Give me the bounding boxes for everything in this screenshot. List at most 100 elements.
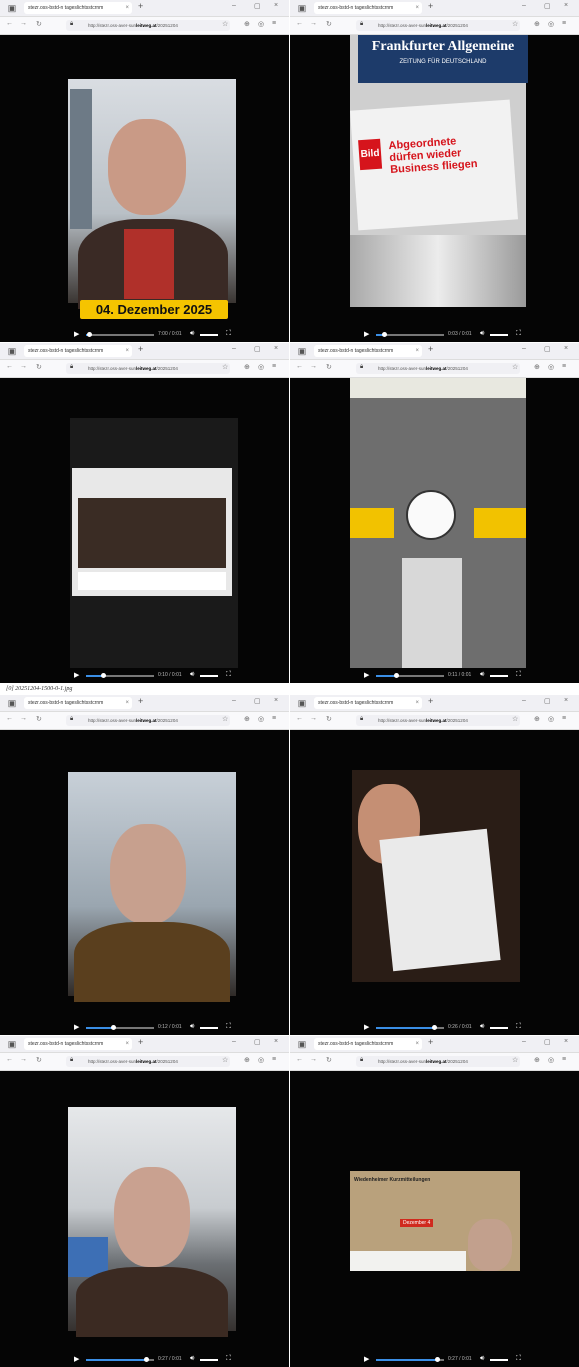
close-window-button[interactable]: × xyxy=(274,697,278,704)
play-icon[interactable]: ▶ xyxy=(364,671,369,679)
browser-tab[interactable]: stezr.oss-bstd-n tageslichtsstcrnm × xyxy=(24,345,132,357)
new-tab-button[interactable]: + xyxy=(428,1,433,11)
fullscreen-icon[interactable]: ⛶ xyxy=(516,1023,521,1031)
bookmark-star-icon[interactable]: ☆ xyxy=(222,715,228,723)
bookmark-star-icon[interactable]: ☆ xyxy=(512,363,518,371)
tab-overview-icon[interactable]: ▣ xyxy=(7,3,17,13)
minimize-button[interactable]: – xyxy=(522,1038,526,1045)
progress-knob[interactable] xyxy=(431,1025,437,1030)
address-bar[interactable]: http://stezr.oss-aver-sunleitweg.at/2025… xyxy=(66,363,230,374)
back-arrow-icon[interactable]: ← xyxy=(6,715,13,722)
play-icon[interactable]: ▶ xyxy=(364,1023,369,1031)
bookmark-star-icon[interactable]: ☆ xyxy=(512,20,518,28)
menu-icon[interactable]: ≡ xyxy=(272,715,276,722)
progress-track[interactable] xyxy=(86,1025,154,1030)
maximize-button[interactable]: ▢ xyxy=(254,697,261,705)
bookmark-star-icon[interactable]: ☆ xyxy=(222,1056,228,1064)
new-tab-button[interactable]: + xyxy=(428,696,433,706)
fullscreen-icon[interactable]: ⛶ xyxy=(516,330,521,338)
back-arrow-icon[interactable]: ← xyxy=(6,20,13,27)
close-tab-icon[interactable]: × xyxy=(125,2,129,14)
close-window-button[interactable]: × xyxy=(564,2,568,9)
reload-icon[interactable]: ↻ xyxy=(326,715,332,723)
address-bar[interactable]: http://stezr.oss-aver-sunleitweg.at/2025… xyxy=(356,20,520,31)
address-bar[interactable]: http://stezr.oss-aver-sunleitweg.at/2025… xyxy=(66,20,230,31)
extensions-icon[interactable]: ⊕ xyxy=(244,363,250,371)
volume-slider[interactable] xyxy=(200,1027,218,1029)
volume-icon[interactable]: 🔊︎ xyxy=(190,1355,194,1363)
minimize-button[interactable]: – xyxy=(232,345,236,352)
bookmark-star-icon[interactable]: ☆ xyxy=(222,363,228,371)
close-tab-icon[interactable]: × xyxy=(125,697,129,709)
account-icon[interactable]: ◎ xyxy=(548,715,554,723)
tab-overview-icon[interactable]: ▣ xyxy=(7,1039,17,1049)
new-tab-button[interactable]: + xyxy=(428,1037,433,1047)
volume-slider[interactable] xyxy=(490,334,508,336)
back-arrow-icon[interactable]: ← xyxy=(296,1056,303,1063)
account-icon[interactable]: ◎ xyxy=(548,363,554,371)
reload-icon[interactable]: ↻ xyxy=(36,715,42,723)
maximize-button[interactable]: ▢ xyxy=(544,345,551,353)
progress-track[interactable] xyxy=(376,1025,444,1030)
play-icon[interactable]: ▶ xyxy=(364,330,369,338)
volume-slider[interactable] xyxy=(200,675,218,677)
progress-knob[interactable] xyxy=(394,673,400,678)
back-arrow-icon[interactable]: ← xyxy=(296,363,303,370)
new-tab-button[interactable]: + xyxy=(428,344,433,354)
close-tab-icon[interactable]: × xyxy=(415,697,419,709)
forward-arrow-icon[interactable]: → xyxy=(20,20,27,27)
account-icon[interactable]: ◎ xyxy=(258,1056,264,1064)
progress-knob[interactable] xyxy=(382,332,388,337)
progress-knob[interactable] xyxy=(435,1357,441,1362)
menu-icon[interactable]: ≡ xyxy=(272,1056,276,1063)
address-bar[interactable]: http://stezr.oss-aver-sunleitweg.at/2025… xyxy=(66,715,230,726)
volume-slider[interactable] xyxy=(490,1359,508,1361)
close-window-button[interactable]: × xyxy=(564,697,568,704)
extensions-icon[interactable]: ⊕ xyxy=(534,20,540,28)
forward-arrow-icon[interactable]: → xyxy=(310,715,317,722)
browser-tab[interactable]: stezr.oss-bstd-n tageslichtsstcrnm × xyxy=(24,2,132,14)
back-arrow-icon[interactable]: ← xyxy=(296,715,303,722)
progress-track[interactable] xyxy=(86,332,154,337)
extensions-icon[interactable]: ⊕ xyxy=(244,715,250,723)
menu-icon[interactable]: ≡ xyxy=(562,363,566,370)
progress-track[interactable] xyxy=(376,332,444,337)
volume-icon[interactable]: 🔊︎ xyxy=(190,671,194,679)
menu-icon[interactable]: ≡ xyxy=(562,715,566,722)
progress-knob[interactable] xyxy=(143,1357,149,1362)
volume-icon[interactable]: 🔊︎ xyxy=(480,330,484,338)
maximize-button[interactable]: ▢ xyxy=(544,697,551,705)
reload-icon[interactable]: ↻ xyxy=(36,1056,42,1064)
account-icon[interactable]: ◎ xyxy=(258,20,264,28)
extensions-icon[interactable]: ⊕ xyxy=(244,1056,250,1064)
address-bar[interactable]: http://stezr.oss-aver-sunleitweg.at/2025… xyxy=(356,715,520,726)
forward-arrow-icon[interactable]: → xyxy=(310,1056,317,1063)
tab-overview-icon[interactable]: ▣ xyxy=(7,346,17,356)
video-viewport[interactable]: ▶ 0:26 / 0:01 🔊︎ ⛶ xyxy=(290,730,579,1035)
fullscreen-icon[interactable]: ⛶ xyxy=(226,1355,231,1363)
menu-icon[interactable]: ≡ xyxy=(272,363,276,370)
volume-icon[interactable]: 🔊︎ xyxy=(480,1023,484,1031)
close-window-button[interactable]: × xyxy=(274,345,278,352)
bookmark-star-icon[interactable]: ☆ xyxy=(222,20,228,28)
volume-icon[interactable]: 🔊︎ xyxy=(480,1355,484,1363)
video-viewport[interactable]: ▶ 0:11 / 0:01 🔊︎ ⛶ xyxy=(290,378,579,683)
volume-slider[interactable] xyxy=(200,334,218,336)
minimize-button[interactable]: – xyxy=(232,697,236,704)
browser-tab[interactable]: stezr.oss-bstd-n tageslichtsstcrnm × xyxy=(24,1038,132,1050)
volume-icon[interactable]: 🔊︎ xyxy=(190,1023,194,1031)
address-bar[interactable]: http://stezr.oss-aver-sunleitweg.at/2025… xyxy=(356,1056,520,1067)
extensions-icon[interactable]: ⊕ xyxy=(534,363,540,371)
tab-overview-icon[interactable]: ▣ xyxy=(297,1039,307,1049)
browser-tab[interactable]: stezr.oss-bstd-n tageslichtsstcrnm × xyxy=(314,2,422,14)
browser-tab[interactable]: stezr.oss-bstd-n tageslichtsstcrnm × xyxy=(314,697,422,709)
close-tab-icon[interactable]: × xyxy=(415,2,419,14)
progress-knob[interactable] xyxy=(111,1025,117,1030)
browser-tab[interactable]: stezr.oss-bstd-n tageslichtsstcrnm × xyxy=(314,345,422,357)
reload-icon[interactable]: ↻ xyxy=(326,20,332,28)
fullscreen-icon[interactable]: ⛶ xyxy=(516,671,521,679)
close-tab-icon[interactable]: × xyxy=(415,1038,419,1050)
volume-slider[interactable] xyxy=(490,675,508,677)
play-icon[interactable]: ▶ xyxy=(74,330,79,338)
new-tab-button[interactable]: + xyxy=(138,344,143,354)
